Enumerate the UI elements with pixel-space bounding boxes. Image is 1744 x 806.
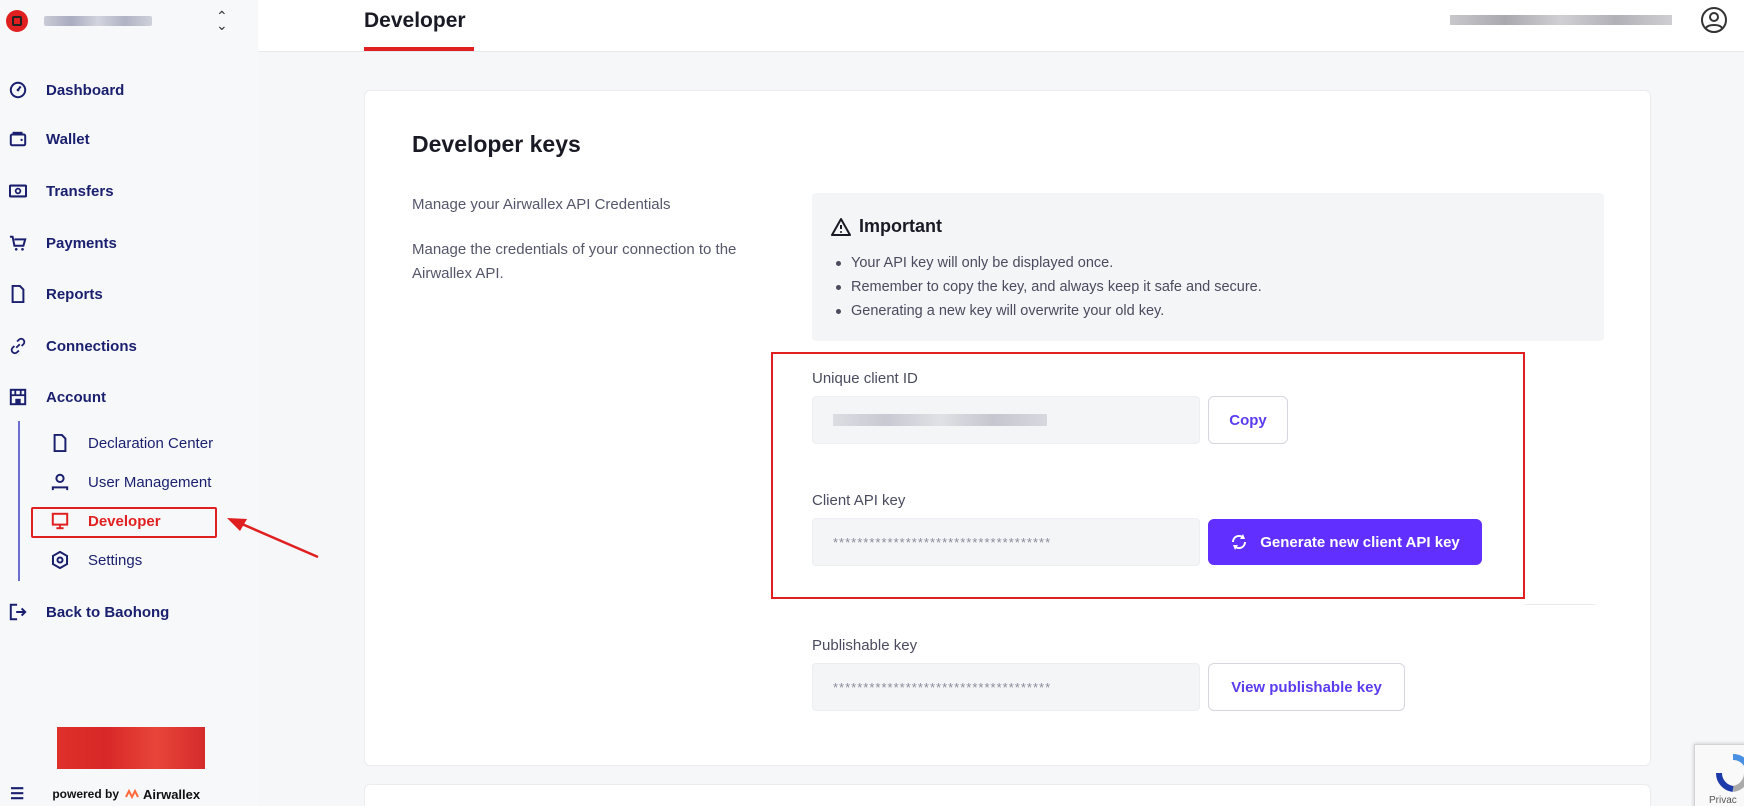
sidebar-subitem-user-management[interactable]: User Management: [50, 469, 211, 495]
recaptcha-badge[interactable]: Privac: [1694, 744, 1744, 806]
next-card: [364, 784, 1651, 806]
important-list: Your API key will only be displayed once…: [836, 251, 1262, 323]
list-item: Your API key will only be displayed once…: [836, 251, 1262, 275]
chevron-up-down-icon: ⌃ ⌄: [216, 8, 228, 33]
card-description: Manage your Airwallex API Credentials: [412, 196, 671, 213]
document-icon: [8, 284, 28, 304]
warning-icon: [831, 217, 851, 236]
gear-icon: [50, 550, 70, 570]
sidebar-subitem-settings[interactable]: Settings: [50, 547, 142, 573]
user-name-redacted: [1450, 15, 1672, 25]
airwallex-logo: Airwallex: [125, 787, 200, 802]
sidebar-item-transfers[interactable]: Transfers: [8, 178, 114, 204]
user-icon: [50, 472, 70, 492]
annotation-highlight-box: [31, 507, 217, 538]
sidebar-item-account[interactable]: Account: [8, 384, 106, 410]
sidebar-item-payments[interactable]: Payments: [8, 230, 117, 256]
view-publishable-key-button[interactable]: View publishable key: [1208, 663, 1405, 711]
annotation-highlight-box: [771, 352, 1525, 599]
annotation-arrow: [227, 518, 319, 559]
sidebar-item-label: Declaration Center: [88, 434, 214, 452]
sidebar-item-connections[interactable]: Connections: [8, 333, 137, 359]
developer-keys-card: Developer keys Manage your Airwallex API…: [364, 90, 1651, 766]
link-icon: [8, 336, 28, 356]
recaptcha-icon: [1715, 753, 1744, 792]
sidebar-item-label: Payments: [46, 234, 117, 252]
airwallex-mark-icon: [125, 789, 139, 799]
powered-by-label: powered by: [52, 787, 120, 801]
banknote-icon: [8, 181, 28, 201]
hamburger-menu-icon[interactable]: ☰: [10, 784, 24, 804]
sidebar-item-label: Settings: [88, 551, 143, 569]
logout-icon: [8, 602, 28, 622]
document-icon: [50, 433, 70, 453]
powered-by-footer: ☰ powered by Airwallex: [10, 784, 200, 804]
card-title: Developer keys: [412, 131, 581, 157]
organization-logo: [6, 10, 28, 32]
store-icon: [8, 387, 28, 407]
sidebar-item-label: Reports: [46, 285, 103, 303]
active-tab-indicator: [364, 47, 474, 51]
submenu-line: [18, 421, 20, 581]
sidebar-item-label: Wallet: [46, 130, 90, 148]
top-header: Developer: [258, 0, 1744, 52]
list-item: Remember to copy the key, and always kee…: [836, 275, 1262, 299]
sidebar-item-label: Transfers: [46, 182, 114, 200]
sidebar-item-reports[interactable]: Reports: [8, 281, 103, 307]
sidebar-item-back[interactable]: Back to Baohong: [8, 599, 169, 625]
publishable-key-label: Publishable key: [812, 637, 918, 654]
divider: [1525, 604, 1595, 605]
sidebar-subitem-declaration-center[interactable]: Declaration Center: [50, 430, 213, 456]
gauge-icon: [8, 80, 28, 100]
sidebar-item-label: User Management: [88, 473, 212, 491]
sidebar-item-label: Account: [46, 388, 106, 406]
sidebar-item-wallet[interactable]: Wallet: [8, 126, 90, 152]
publishable-key-field[interactable]: ************************************: [812, 663, 1200, 711]
cart-icon: [8, 233, 28, 253]
wallet-icon: [8, 129, 28, 149]
sidebar-item-label: Connections: [46, 337, 137, 355]
page-title: Developer: [364, 9, 466, 32]
important-notice: Important Your API key will only be disp…: [812, 193, 1604, 341]
sidebar-item-label: Back to Baohong: [46, 603, 170, 621]
organization-name-redacted: [44, 16, 152, 26]
card-subdescription: Manage the credentials of your connectio…: [412, 241, 737, 282]
profile-icon[interactable]: [1700, 6, 1728, 34]
sidebar-item-dashboard[interactable]: Dashboard: [8, 77, 124, 103]
organization-switcher[interactable]: ⌃ ⌄: [6, 8, 228, 34]
partner-logo-redacted: [57, 727, 205, 769]
sidebar-item-label: Dashboard: [46, 81, 125, 99]
sidebar: ⌃ ⌄ Dashboard Wallet Transfers Payments R…: [0, 0, 258, 806]
important-heading: Important: [831, 216, 942, 237]
recaptcha-privacy-link[interactable]: Privac: [1709, 795, 1737, 806]
list-item: Generating a new key will overwrite your…: [836, 299, 1262, 323]
